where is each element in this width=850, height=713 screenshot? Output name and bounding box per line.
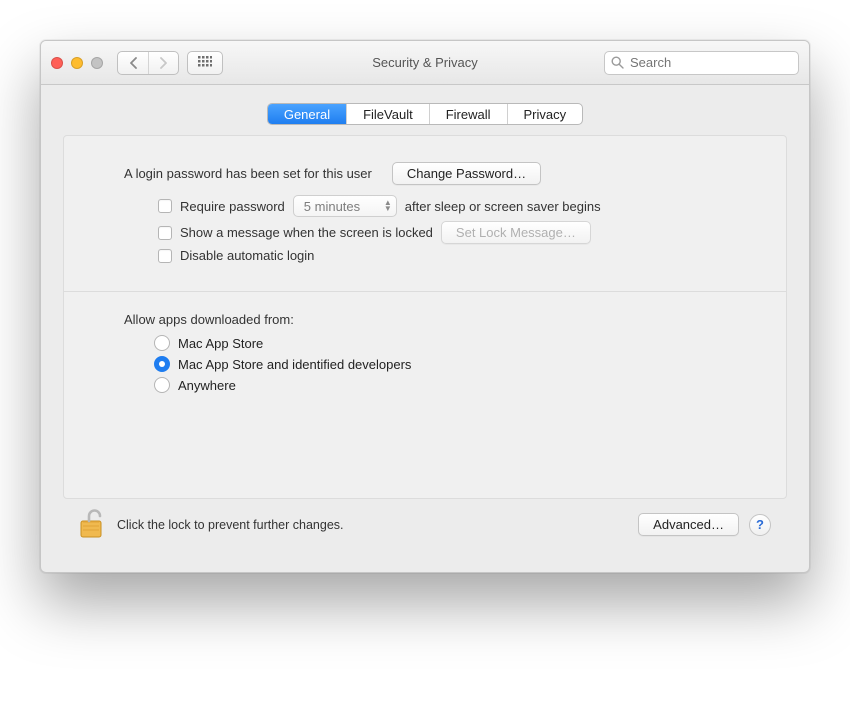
stepper-icon: ▲▼ [384, 200, 392, 212]
tab-privacy[interactable]: Privacy [507, 104, 583, 124]
back-button[interactable] [118, 52, 148, 74]
close-window-button[interactable] [51, 57, 63, 69]
chevron-right-icon [159, 57, 168, 69]
forward-button[interactable] [148, 52, 178, 74]
advanced-button[interactable]: Advanced… [638, 513, 739, 536]
general-panel: A login password has been set for this u… [63, 135, 787, 499]
require-password-checkbox[interactable] [158, 199, 172, 213]
password-set-text: A login password has been set for this u… [124, 166, 372, 181]
lock-button[interactable] [79, 507, 107, 542]
disable-auto-login-checkbox[interactable] [158, 249, 172, 263]
unlock-icon [79, 507, 107, 539]
show-lock-message-checkbox[interactable] [158, 226, 172, 240]
show-lock-message-label: Show a message when the screen is locked [180, 225, 433, 240]
set-lock-message-button[interactable]: Set Lock Message… [441, 221, 591, 244]
require-password-delay-select[interactable]: 5 minutes ▲▼ [293, 195, 397, 217]
zoom-window-button[interactable] [91, 57, 103, 69]
require-password-delay-value: 5 minutes [304, 199, 360, 214]
preferences-window: Security & Privacy General FileVault Fir… [40, 40, 810, 573]
radio-mac-app-store[interactable] [154, 335, 170, 351]
require-password-prefix: Require password [180, 199, 285, 214]
search-icon [611, 56, 624, 69]
radio-anywhere[interactable] [154, 377, 170, 393]
chevron-left-icon [129, 57, 138, 69]
radio-anywhere-label: Anywhere [178, 378, 236, 393]
radio-identified-developers-label: Mac App Store and identified developers [178, 357, 411, 372]
show-all-button[interactable] [187, 51, 223, 75]
footer: Click the lock to prevent further change… [63, 499, 787, 558]
tab-firewall[interactable]: Firewall [429, 104, 507, 124]
allow-apps-title: Allow apps downloaded from: [124, 312, 756, 327]
change-password-button[interactable]: Change Password… [392, 162, 541, 185]
lock-hint-text: Click the lock to prevent further change… [117, 518, 344, 532]
grid-icon [198, 56, 212, 70]
search-field[interactable] [604, 51, 799, 75]
nav-back-forward [117, 51, 179, 75]
require-password-suffix: after sleep or screen saver begins [405, 199, 601, 214]
disable-auto-login-label: Disable automatic login [180, 248, 314, 263]
search-input[interactable] [628, 54, 792, 71]
help-button[interactable]: ? [749, 514, 771, 536]
window-controls [51, 57, 103, 69]
divider [64, 291, 786, 292]
tab-general[interactable]: General [268, 104, 346, 124]
minimize-window-button[interactable] [71, 57, 83, 69]
tab-filevault[interactable]: FileVault [346, 104, 429, 124]
content-area: General FileVault Firewall Privacy A log… [41, 85, 809, 572]
radio-mac-app-store-label: Mac App Store [178, 336, 263, 351]
tab-bar: General FileVault Firewall Privacy [267, 103, 583, 125]
titlebar: Security & Privacy [41, 41, 809, 85]
radio-identified-developers[interactable] [154, 356, 170, 372]
